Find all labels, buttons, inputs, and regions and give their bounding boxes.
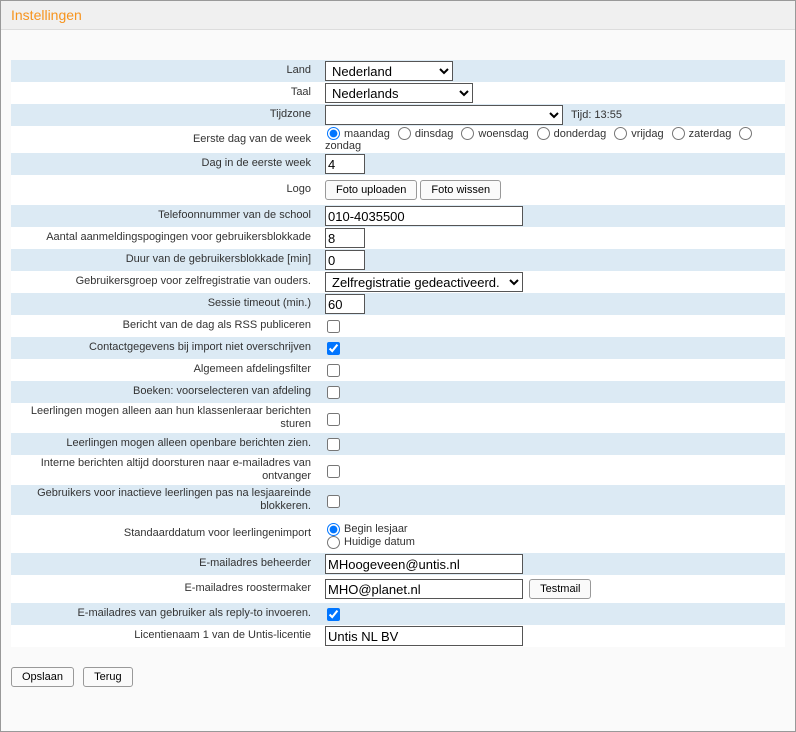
label-zelfregistratie: Gebruikersgroep voor zelfregistratie van… bbox=[11, 275, 321, 288]
label-land: Land bbox=[11, 64, 321, 77]
label-leerling-openbaar: Leerlingen mogen alleen openbare bericht… bbox=[11, 437, 321, 450]
radio-woensdag[interactable] bbox=[461, 127, 474, 140]
radio-donderdag[interactable] bbox=[537, 127, 550, 140]
input-blokkade-duur[interactable] bbox=[325, 250, 365, 270]
label-licentienaam: Licentienaam 1 van de Untis-licentie bbox=[11, 629, 321, 642]
radio-begin-lesjaar[interactable] bbox=[327, 523, 340, 536]
testmail-button[interactable]: Testmail bbox=[529, 579, 591, 599]
radio-zaterdag[interactable] bbox=[672, 127, 685, 140]
label-dag-eerste-week: Dag in de eerste week bbox=[11, 157, 321, 170]
opslaan-button[interactable]: Opslaan bbox=[11, 667, 74, 687]
radio-maandag[interactable] bbox=[327, 127, 340, 140]
radio-label-zaterdag: zaterdag bbox=[689, 128, 732, 140]
checkbox-interne-doorsturen[interactable] bbox=[327, 465, 340, 478]
select-land[interactable]: Nederland bbox=[325, 61, 453, 81]
input-sessie-timeout[interactable] bbox=[325, 294, 365, 314]
input-dag-eerste-week[interactable] bbox=[325, 154, 365, 174]
checkbox-leerling-openbaar[interactable] bbox=[327, 438, 340, 451]
label-rss: Bericht van de dag als RSS publiceren bbox=[11, 319, 321, 332]
radio-label-dinsdag: dinsdag bbox=[415, 128, 454, 140]
label-contact-import: Contactgegevens bij import niet overschr… bbox=[11, 341, 321, 354]
label-interne-doorsturen: Interne berichten altijd doorsturen naar… bbox=[11, 457, 321, 483]
input-email-roostermaker[interactable] bbox=[325, 579, 523, 599]
label-blokkade-duur: Duur van de gebruikersblokkade [min] bbox=[11, 253, 321, 266]
label-sessie-timeout: Sessie timeout (min.) bbox=[11, 297, 321, 310]
input-licentienaam[interactable] bbox=[325, 626, 523, 646]
radio-dinsdag[interactable] bbox=[398, 127, 411, 140]
checkbox-leerling-klassenleraar[interactable] bbox=[327, 413, 340, 426]
label-inactieve-blokkeren: Gebruikers voor inactieve leerlingen pas… bbox=[11, 487, 321, 513]
terug-button[interactable]: Terug bbox=[83, 667, 133, 687]
input-telefoon[interactable] bbox=[325, 206, 523, 226]
foto-wissen-button[interactable]: Foto wissen bbox=[420, 180, 501, 200]
radio-label-begin: Begin lesjaar bbox=[344, 523, 408, 535]
label-logo: Logo bbox=[11, 183, 321, 196]
label-taal: Taal bbox=[11, 86, 321, 99]
label-email-roostermaker: E-mailadres roostermaker bbox=[11, 582, 321, 595]
input-email-beheerder[interactable] bbox=[325, 554, 523, 574]
select-taal[interactable]: Nederlands bbox=[325, 83, 473, 103]
radio-label-maandag: maandag bbox=[344, 128, 390, 140]
page-title: Instellingen bbox=[11, 7, 82, 23]
checkbox-afdelingsfilter[interactable] bbox=[327, 364, 340, 377]
label-email-beheerder: E-mailadres beheerder bbox=[11, 557, 321, 570]
label-telefoon: Telefoonnummer van de school bbox=[11, 209, 321, 222]
label-eerste-dag: Eerste dag van de week bbox=[11, 133, 321, 146]
radio-label-zondag: zondag bbox=[325, 140, 361, 152]
label-boeken-voorselect: Boeken: voorselecteren van afdeling bbox=[11, 385, 321, 398]
checkbox-boeken-voorselect[interactable] bbox=[327, 386, 340, 399]
radio-label-huidig: Huidige datum bbox=[344, 536, 415, 548]
radio-label-vrijdag: vrijdag bbox=[631, 128, 663, 140]
radio-label-donderdag: donderdag bbox=[554, 128, 607, 140]
label-aanmeldpogingen: Aantal aanmeldingspogingen voor gebruike… bbox=[11, 231, 321, 244]
time-display: Tijd: 13:55 bbox=[571, 109, 622, 121]
checkbox-contact-import[interactable] bbox=[327, 342, 340, 355]
label-leerling-klassenleraar: Leerlingen mogen alleen aan hun klassenl… bbox=[11, 405, 321, 431]
label-standaarddatum: Standaarddatum voor leerlingenimport bbox=[11, 527, 321, 540]
select-zelfregistratie[interactable]: Zelfregistratie gedeactiveerd. bbox=[325, 272, 523, 292]
radio-zondag[interactable] bbox=[739, 127, 752, 140]
radio-huidige-datum[interactable] bbox=[327, 536, 340, 549]
radio-vrijdag[interactable] bbox=[614, 127, 627, 140]
checkbox-email-replyto[interactable] bbox=[327, 608, 340, 621]
label-email-replyto: E-mailadres van gebruiker als reply-to i… bbox=[11, 607, 321, 620]
foto-upload-button[interactable]: Foto uploaden bbox=[325, 180, 417, 200]
checkbox-rss[interactable] bbox=[327, 320, 340, 333]
radio-label-woensdag: woensdag bbox=[478, 128, 528, 140]
label-afdelingsfilter: Algemeen afdelingsfilter bbox=[11, 363, 321, 376]
select-tijdzone[interactable] bbox=[325, 105, 563, 125]
label-tijdzone: Tijdzone bbox=[11, 108, 321, 121]
input-aanmeldpogingen[interactable] bbox=[325, 228, 365, 248]
checkbox-inactieve-blokkeren[interactable] bbox=[327, 495, 340, 508]
